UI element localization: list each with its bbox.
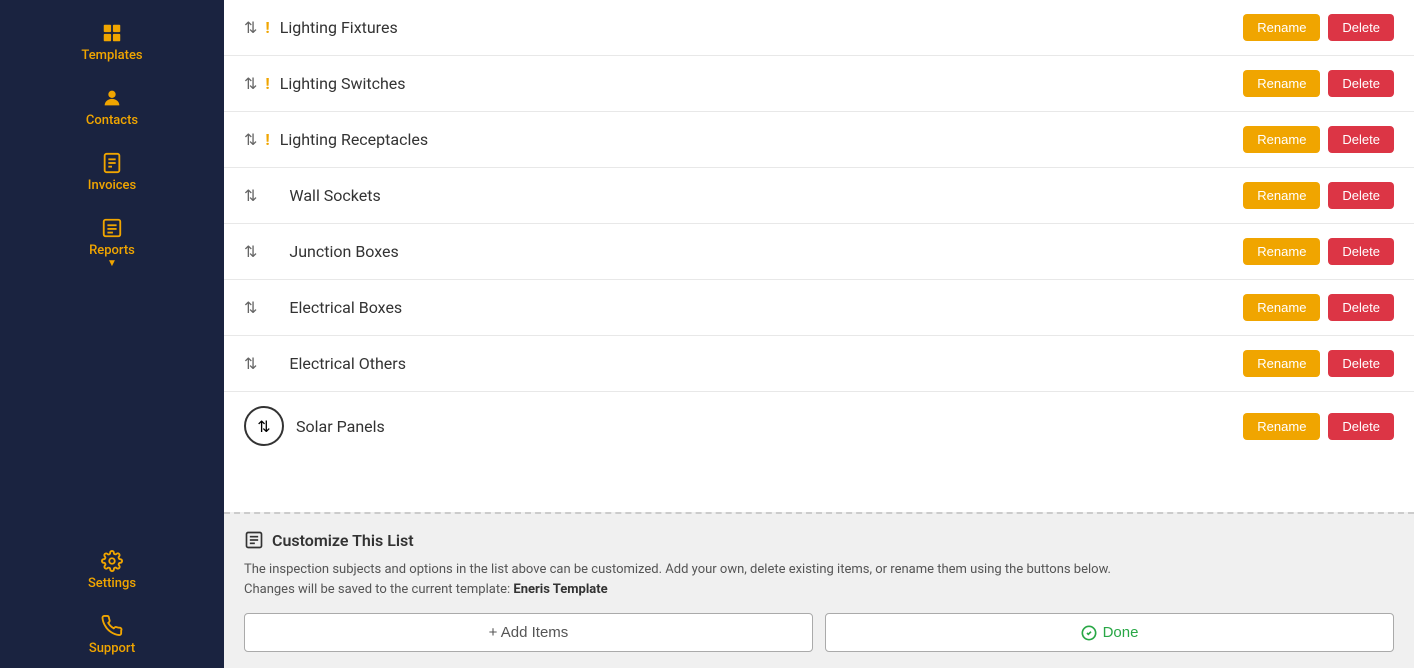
delete-button[interactable]: Delete	[1328, 14, 1394, 41]
item-name: Solar Panels	[296, 417, 1243, 436]
item-name: Junction Boxes	[289, 242, 1243, 261]
list-container: ⇅ ! Lighting Fixtures Rename Delete ⇅ ! …	[224, 0, 1414, 512]
sidebar-label-reports: Reports	[89, 243, 135, 258]
delete-button[interactable]: Delete	[1328, 294, 1394, 321]
customize-title: Customize This List	[244, 530, 1394, 550]
drag-handle-icon[interactable]: ⇅	[244, 130, 257, 149]
sidebar-label-invoices: Invoices	[88, 178, 136, 193]
list-item: ⇅ ! Lighting Receptacles Rename Delete	[224, 112, 1414, 168]
main-content: ⇅ ! Lighting Fixtures Rename Delete ⇅ ! …	[224, 0, 1414, 668]
item-name: Lighting Switches	[280, 74, 1244, 93]
list-item: ⇅ Electrical Boxes Rename Delete	[224, 280, 1414, 336]
sidebar-item-templates[interactable]: Templates	[0, 10, 224, 75]
delete-button[interactable]: Delete	[1328, 413, 1394, 440]
warning-icon: !	[265, 18, 269, 37]
drag-handle-icon[interactable]: ⇅	[244, 298, 257, 317]
customize-desc-text2: Changes will be saved to the current tem…	[244, 582, 510, 597]
sidebar-item-support[interactable]: Support	[0, 603, 224, 668]
customize-desc-text: The inspection subjects and options in t…	[244, 562, 1111, 577]
list-item: ⇅ ! Lighting Switches Rename Delete	[224, 56, 1414, 112]
warning-icon: !	[265, 74, 269, 93]
drag-handle-icon[interactable]: ⇅	[244, 186, 257, 205]
item-name: Electrical Others	[289, 354, 1243, 373]
contacts-icon	[101, 87, 123, 109]
delete-button[interactable]: Delete	[1328, 70, 1394, 97]
customize-section: Customize This List The inspection subje…	[224, 512, 1414, 668]
drag-cursor-indicator: ⇅	[244, 406, 284, 446]
item-name: Lighting Receptacles	[280, 130, 1244, 149]
item-name: Wall Sockets	[289, 186, 1243, 205]
drag-handle-icon[interactable]: ⇅	[244, 74, 257, 93]
reports-icon	[101, 217, 123, 239]
list-icon	[244, 530, 264, 550]
support-icon	[101, 615, 123, 637]
sidebar-item-contacts[interactable]: Contacts	[0, 75, 224, 140]
item-name: Electrical Boxes	[289, 298, 1243, 317]
add-items-button[interactable]: + Add Items	[244, 613, 813, 652]
reports-chevron: ▼	[107, 258, 117, 269]
sidebar-item-settings[interactable]: Settings	[0, 538, 224, 603]
invoices-icon	[101, 152, 123, 174]
delete-button[interactable]: Delete	[1328, 182, 1394, 209]
sidebar-item-invoices[interactable]: Invoices	[0, 140, 224, 205]
list-item: ⇅ Wall Sockets Rename Delete	[224, 168, 1414, 224]
item-name: Lighting Fixtures	[280, 18, 1244, 37]
sidebar-label-contacts: Contacts	[86, 113, 138, 128]
settings-icon	[101, 550, 123, 572]
list-item: ⇅ ! Lighting Fixtures Rename Delete	[224, 0, 1414, 56]
rename-button[interactable]: Rename	[1243, 294, 1320, 321]
sidebar-label-support: Support	[89, 641, 135, 656]
rename-button[interactable]: Rename	[1243, 350, 1320, 377]
rename-button[interactable]: Rename	[1243, 14, 1320, 41]
drag-handle-icon[interactable]: ⇅	[244, 354, 257, 373]
rename-button[interactable]: Rename	[1243, 182, 1320, 209]
done-button[interactable]: Done	[825, 613, 1394, 652]
rename-button[interactable]: Rename	[1243, 238, 1320, 265]
delete-button[interactable]: Delete	[1328, 126, 1394, 153]
rename-button[interactable]: Rename	[1243, 413, 1320, 440]
warning-icon: !	[265, 130, 269, 149]
checkmark-icon	[1081, 625, 1097, 641]
drag-handle-icon[interactable]: ⇅	[257, 417, 270, 436]
list-item: ⇅ Electrical Others Rename Delete	[224, 336, 1414, 392]
template-name: Eneris Template	[513, 582, 607, 597]
sidebar-label-templates: Templates	[81, 48, 142, 63]
list-item: ⇅ Junction Boxes Rename Delete	[224, 224, 1414, 280]
drag-handle-icon[interactable]: ⇅	[244, 18, 257, 37]
rename-button[interactable]: Rename	[1243, 70, 1320, 97]
template-icon	[101, 22, 123, 44]
delete-button[interactable]: Delete	[1328, 350, 1394, 377]
sidebar-label-settings: Settings	[88, 576, 136, 591]
customize-description: The inspection subjects and options in t…	[244, 560, 1394, 599]
drag-handle-icon[interactable]: ⇅	[244, 242, 257, 261]
done-label: Done	[1103, 624, 1139, 641]
list-item: ⇅ Solar Panels Rename Delete	[224, 392, 1414, 460]
add-items-label: + Add Items	[489, 624, 569, 641]
sidebar-item-reports[interactable]: Reports ▼	[0, 205, 224, 281]
action-buttons: + Add Items Done	[244, 613, 1394, 652]
sidebar: Templates Contacts Invoices Reports ▼	[0, 0, 224, 668]
rename-button[interactable]: Rename	[1243, 126, 1320, 153]
delete-button[interactable]: Delete	[1328, 238, 1394, 265]
customize-title-text: Customize This List	[272, 531, 414, 550]
